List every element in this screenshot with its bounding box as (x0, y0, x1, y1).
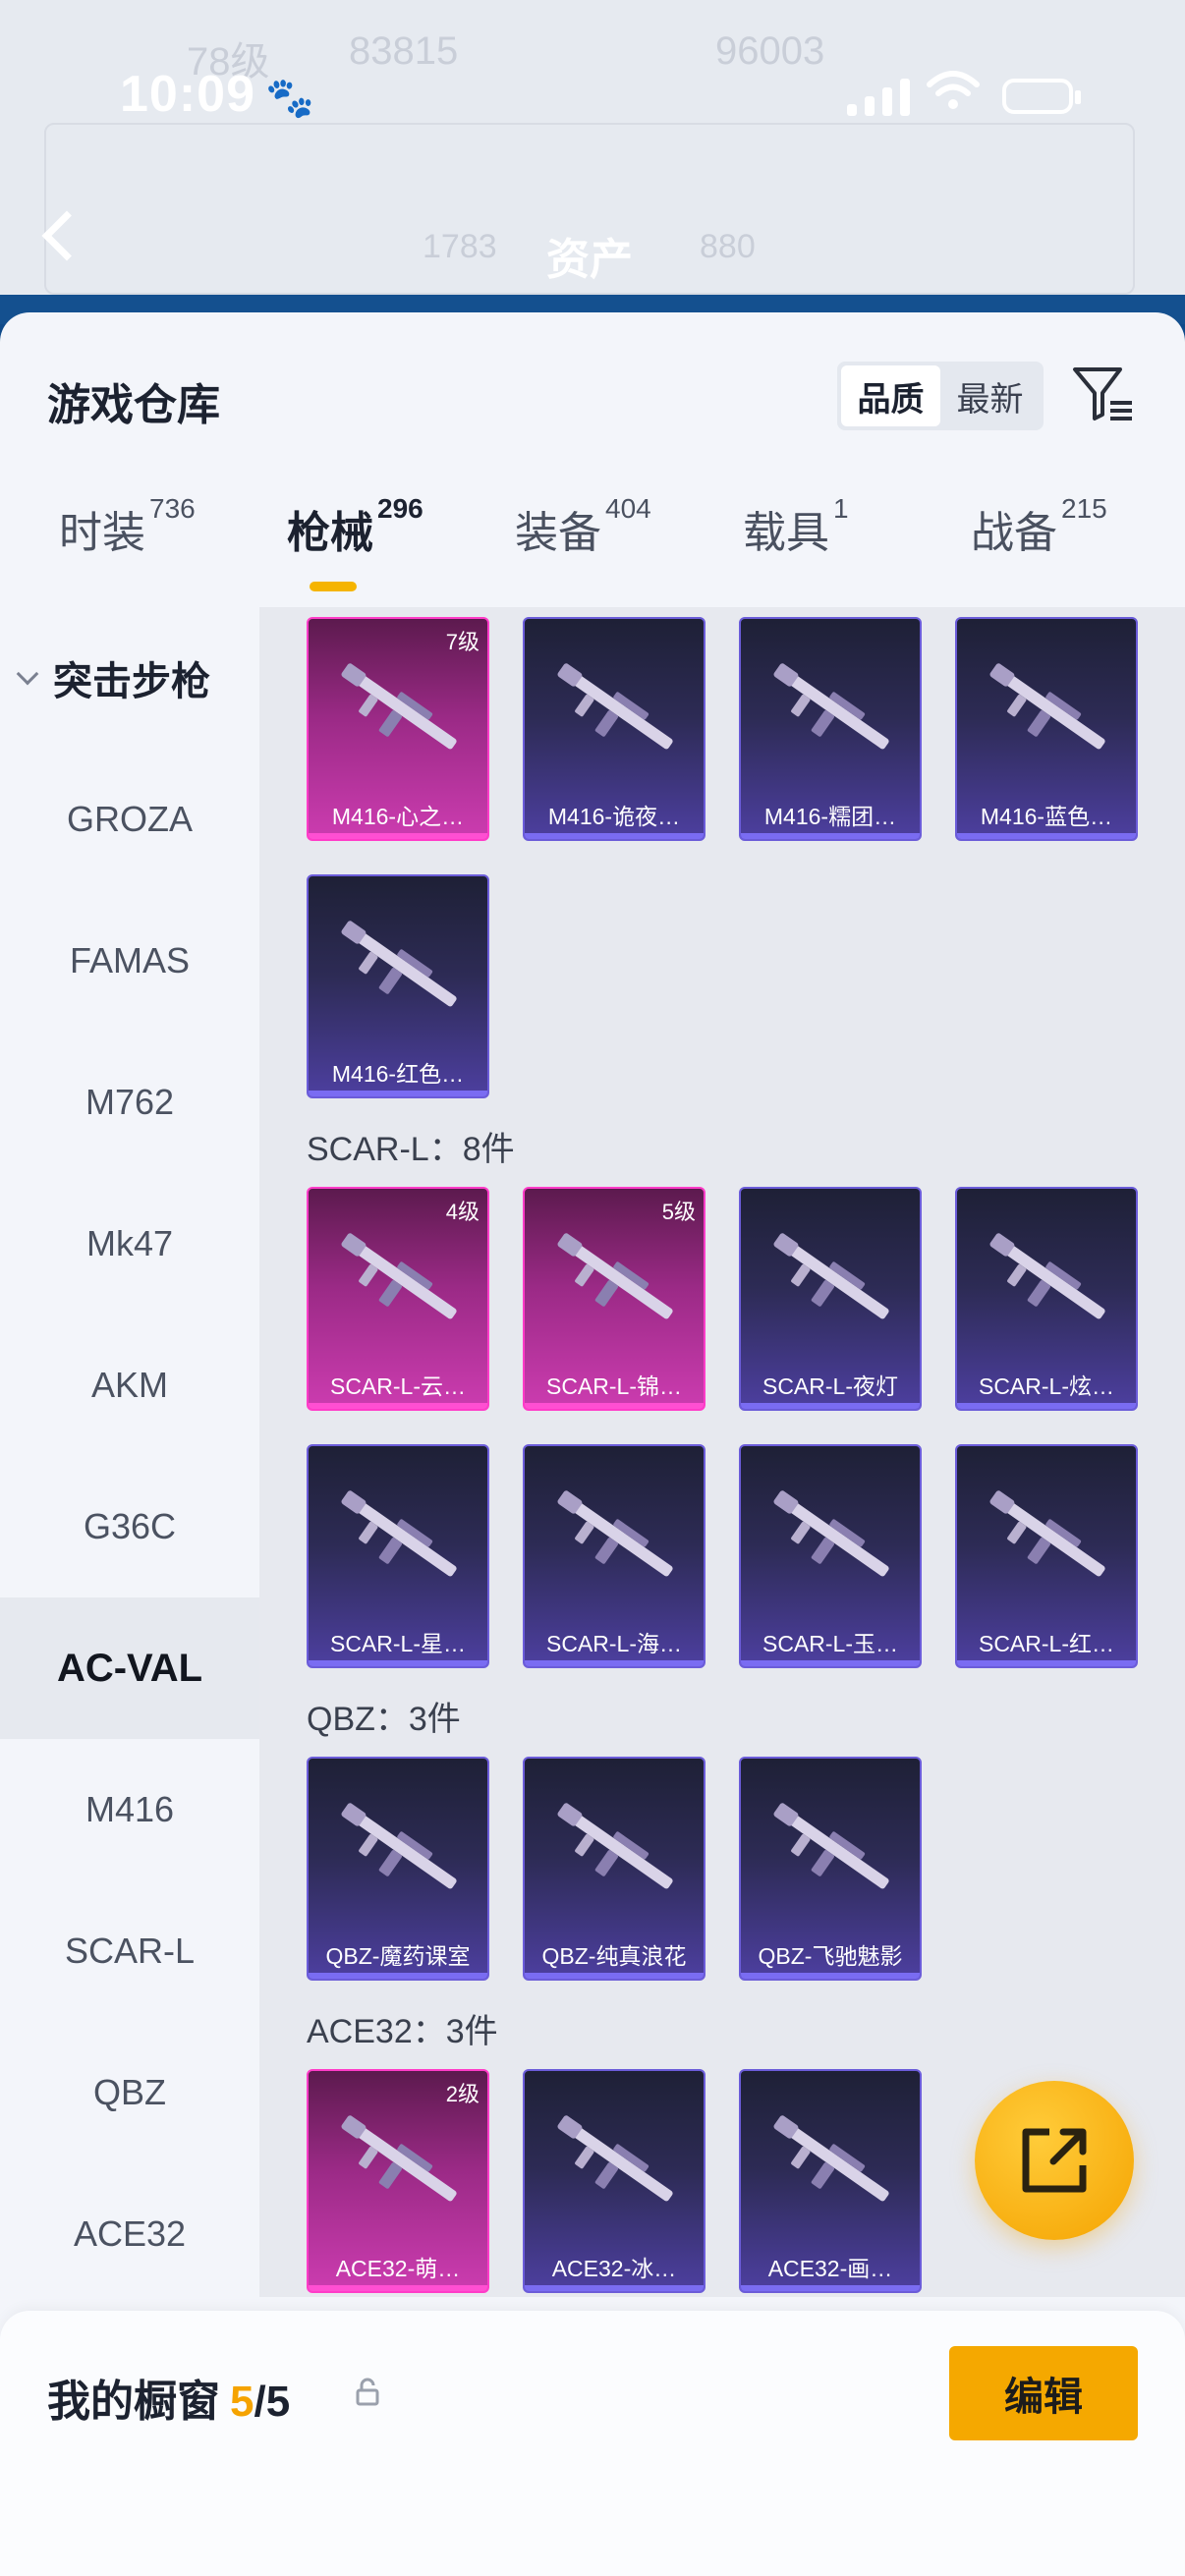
category-tabs: 时装736 枪械296 装备404 载具1 战备215 (0, 493, 1185, 595)
rifle-icon (341, 921, 457, 1007)
active-tab-indicator (310, 582, 357, 591)
tab-guns[interactable]: 枪械296 (287, 493, 423, 560)
rifle-icon (341, 2115, 457, 2202)
rifle-icon (773, 1490, 889, 1577)
tab-equipment[interactable]: 装备404 (515, 493, 651, 560)
battery-icon (1002, 79, 1081, 114)
weapon-card-m416-1[interactable]: 7级 M416-心之… (307, 617, 489, 841)
weapon-card-qbz-3[interactable]: QBZ-飞驰魅影 (739, 1757, 922, 1981)
showcase-total-count: /5 (254, 2378, 291, 2426)
status-time: 10:09 (120, 66, 255, 123)
rifle-icon (341, 663, 457, 750)
weapon-card-ace32-3[interactable]: ACE32-画… (739, 2069, 922, 2293)
sort-newest-button[interactable]: 最新 (940, 365, 1040, 426)
showcase-current-count: 5 (230, 2378, 254, 2426)
sidebar-category-assault-rifle[interactable]: 突击步枪 (0, 607, 259, 749)
showcase-label: 我的橱窗 5/5 (47, 2378, 291, 2426)
group-label-ace32: ACE32：3件 (307, 2013, 498, 2050)
weapon-card-m416-2[interactable]: M416-诡夜… (523, 617, 705, 841)
share-fab-button[interactable] (975, 2081, 1134, 2240)
sort-quality-button[interactable]: 品质 (841, 365, 940, 426)
chevron-down-icon (16, 662, 39, 686)
weapon-card-ace32-2[interactable]: ACE32-冰… (523, 2069, 705, 2293)
weapon-card-scar-5[interactable]: SCAR-L-星… (307, 1444, 489, 1668)
rifle-icon (557, 1490, 673, 1577)
rifle-icon (773, 1803, 889, 1889)
rifle-icon (557, 2115, 673, 2202)
weapon-card-scar-4[interactable]: SCAR-L-炫… (955, 1187, 1138, 1411)
weapon-card-m416-4[interactable]: M416-蓝色… (955, 617, 1138, 841)
sidebar-item-m416[interactable]: M416 (0, 1739, 259, 1880)
paw-icon: 🐾 (265, 77, 314, 120)
sidebar-item-qbz[interactable]: QBZ (0, 2022, 259, 2163)
weapon-card-m416-5[interactable]: M416-红色… (307, 874, 489, 1098)
sheet-header: 游戏仓库 品质 最新 时装736 枪械296 装备404 载具1 战备215 (0, 312, 1185, 607)
filter-list-icon[interactable] (1071, 362, 1136, 426)
sheet-title: 游戏仓库 (47, 381, 220, 429)
rifle-icon (557, 1803, 673, 1889)
sidebar-item-m762[interactable]: M762 (0, 1032, 259, 1173)
weapon-card-scar-6[interactable]: SCAR-L-海… (523, 1444, 705, 1668)
wifi-icon (927, 71, 980, 109)
sidebar-item-famas[interactable]: FAMAS (0, 890, 259, 1032)
page-title-assets: 资产 (546, 236, 633, 284)
weapon-card-scar-3[interactable]: SCAR-L-夜灯 (739, 1187, 922, 1411)
signal-icon (847, 77, 910, 116)
rifle-icon (557, 1233, 673, 1319)
sidebar-item-groza[interactable]: GROZA (0, 749, 259, 890)
rifle-icon (773, 1233, 889, 1319)
rifle-icon (341, 1490, 457, 1577)
weapon-card-qbz-1[interactable]: QBZ-魔药课室 (307, 1757, 489, 1981)
weapon-card-scar-1[interactable]: 4级 SCAR-L-云… (307, 1187, 489, 1411)
weapon-card-qbz-2[interactable]: QBZ-纯真浪花 (523, 1757, 705, 1981)
rifle-icon (989, 663, 1105, 750)
weapon-card-ace32-1[interactable]: 2级 ACE32-萌… (307, 2069, 489, 2293)
faded-stat-4: 1783 (423, 228, 497, 265)
faded-score: 83815 (349, 29, 459, 73)
rifle-icon (773, 663, 889, 750)
faded-coins: 96003 (715, 29, 825, 73)
weapon-grid: 7级 M416-心之… M416-诡夜… M416-糯团… M416-蓝色… M4… (259, 607, 1185, 2297)
weapon-card-scar-7[interactable]: SCAR-L-玉… (739, 1444, 922, 1668)
sidebar-item-ac-val[interactable]: AC-VAL (0, 1597, 259, 1739)
showcase-panel: 我的橱窗 5/5 编辑 (0, 2311, 1185, 2576)
rifle-icon (341, 1233, 457, 1319)
faded-stat-5: 880 (700, 228, 756, 265)
group-label-scar-l: SCAR-L：8件 (307, 1131, 515, 1168)
lock-icon (356, 2378, 379, 2406)
sidebar-item-ace32[interactable]: ACE32 (0, 2163, 259, 2305)
rifle-icon (557, 663, 673, 750)
sort-toggle: 品质 最新 (837, 362, 1044, 430)
share-external-icon (1022, 2128, 1087, 2193)
group-label-qbz: QBZ：3件 (307, 1701, 461, 1738)
edit-button[interactable]: 编辑 (949, 2346, 1138, 2440)
tab-vehicles[interactable]: 载具1 (743, 493, 849, 560)
sidebar-item-scar-l[interactable]: SCAR-L (0, 1880, 259, 2022)
tab-fashion[interactable]: 时装736 (59, 493, 196, 560)
weapon-card-scar-2[interactable]: 5级 SCAR-L-锦… (523, 1187, 705, 1411)
rifle-icon (341, 1803, 457, 1889)
sidebar-item-g36c[interactable]: G36C (0, 1456, 259, 1597)
weapon-sidebar: 突击步枪 GROZA FAMAS M762 Mk47 AKM G36C AC-V… (0, 607, 259, 2297)
rifle-icon (989, 1233, 1105, 1319)
weapon-card-scar-8[interactable]: SCAR-L-红… (955, 1444, 1138, 1668)
sidebar-item-mk47[interactable]: Mk47 (0, 1173, 259, 1315)
rifle-icon (773, 2115, 889, 2202)
rifle-icon (989, 1490, 1105, 1577)
sidebar-item-akm[interactable]: AKM (0, 1315, 259, 1456)
tab-gear[interactable]: 战备215 (971, 493, 1107, 560)
weapon-card-m416-3[interactable]: M416-糯团… (739, 617, 922, 841)
